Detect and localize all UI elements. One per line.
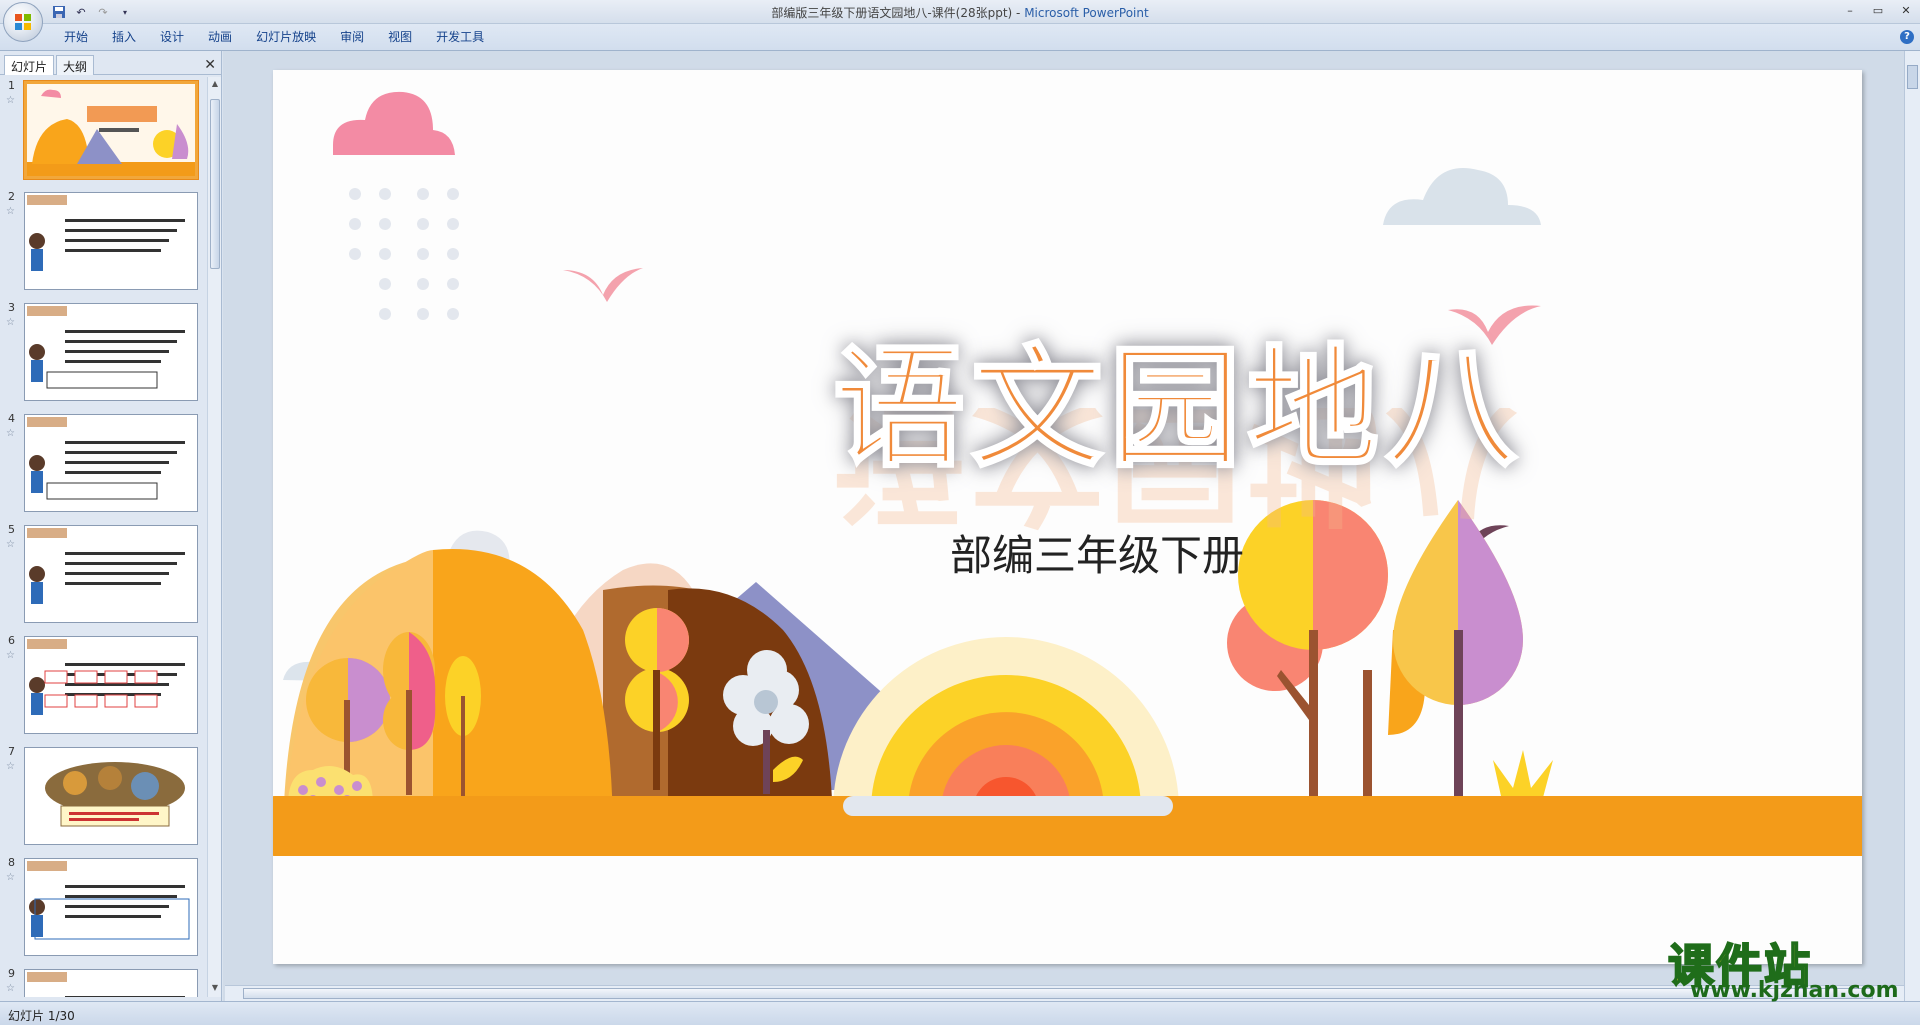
slide-number: 3 (8, 301, 15, 314)
slide-thumbnail[interactable] (24, 747, 198, 845)
slide-thumbnail[interactable] (24, 969, 198, 997)
watermark-logo: 课件站 www.kjzhan.com (1667, 930, 1908, 1003)
slide-thumbnail[interactable] (24, 303, 198, 401)
scroll-down-icon[interactable]: ▼ (210, 983, 220, 995)
slide-thumbnail-row[interactable]: 6 ☆ (0, 632, 206, 736)
slide-thumbnail-row[interactable]: 5 ☆ (0, 521, 206, 625)
status-bar: 幻灯片 1/30 (0, 1001, 1920, 1025)
ribbon-tab[interactable]: 开始 (52, 29, 100, 45)
ribbon-tab[interactable]: 插入 (100, 29, 148, 45)
slides-panel: 幻灯片 大纲 ✕ 1 ☆ 2 ☆ 3 ☆ 4 ☆ 5 ☆ 6 ☆ 7 ☆ 8 ☆ 9 ☆ ▲ ▼ (0, 51, 222, 1001)
minimize-icon[interactable]: – (1836, 0, 1864, 20)
help-icon[interactable]: ? (1900, 30, 1914, 44)
slide-counter: 幻灯片 1/30 (8, 1009, 75, 1023)
vertical-scrollbar[interactable] (1904, 51, 1920, 1001)
office-logo-icon (15, 14, 31, 30)
ribbon-tab[interactable]: 动画 (196, 29, 244, 45)
slide-number: 7 (8, 745, 15, 758)
slide-thumbnail-row[interactable]: 1 ☆ (0, 77, 206, 181)
slide-subtitle[interactable]: 部编三年级下册 (950, 522, 1244, 583)
ribbon-tab[interactable]: 幻灯片放映 (244, 29, 328, 45)
ribbon-tab[interactable]: 开发工具 (424, 29, 496, 45)
animation-star-icon: ☆ (6, 872, 15, 883)
slide-thumbnail[interactable] (24, 858, 198, 956)
bird-icon (563, 268, 643, 302)
sun-rings-icon (833, 637, 1179, 810)
window-controls: – ▭ ✕ (1836, 0, 1920, 24)
scroll-thumb[interactable] (210, 99, 220, 269)
animation-star-icon: ☆ (6, 539, 15, 550)
slide-title[interactable]: 语文园地八 (832, 302, 1523, 493)
vertical-scroll-thumb[interactable] (1907, 65, 1918, 89)
office-button[interactable] (3, 2, 43, 42)
slide-thumbnail-row[interactable]: 2 ☆ (0, 188, 206, 292)
cloud-icon (1383, 168, 1541, 225)
ribbon-tab[interactable]: 审阅 (328, 29, 376, 45)
slide-number: 4 (8, 412, 15, 425)
animation-star-icon: ☆ (6, 650, 15, 661)
ribbon-tab[interactable]: 视图 (376, 29, 424, 45)
slide-number: 5 (8, 523, 15, 536)
title-bar: ↶ ↷ ▾ 部编版三年级下册语文园地八-课件(28张ppt) - Microso… (0, 0, 1920, 42)
animation-star-icon: ☆ (6, 761, 15, 772)
slide-thumbnail[interactable] (24, 81, 198, 179)
window-title: 部编版三年级下册语文园地八-课件(28张ppt) - Microsoft Pow… (771, 6, 1149, 20)
slide-number: 2 (8, 190, 15, 203)
slide-editor: 语文园地八 语文园地八 部编三年级下册 (223, 51, 1920, 1001)
horizontal-scrollbar[interactable] (225, 985, 1904, 1001)
panel-scrollbar[interactable]: ▲ ▼ (207, 77, 221, 997)
animation-star-icon: ☆ (6, 428, 15, 439)
slide-thumbnail[interactable] (24, 525, 198, 623)
slide-thumbnail-row[interactable]: 4 ☆ (0, 410, 206, 514)
tab-outline[interactable]: 大纲 (56, 55, 95, 75)
slide-thumbnail[interactable] (24, 636, 198, 734)
thumbnail-list: 1 ☆ 2 ☆ 3 ☆ 4 ☆ 5 ☆ 6 ☆ 7 ☆ 8 ☆ 9 ☆ (0, 77, 206, 997)
ribbon-tab[interactable]: 设计 (148, 29, 196, 45)
slide-number: 6 (8, 634, 15, 647)
ribbon-tab-bar: 开始 插入 设计 动画 幻灯片放映 审阅 视图 开发工具 ? (0, 24, 1920, 51)
slide-thumbnail-row[interactable]: 9 ☆ (0, 965, 206, 997)
slide-number: 8 (8, 856, 15, 869)
slide-number: 1 (8, 79, 15, 92)
slide-thumbnail[interactable] (24, 192, 198, 290)
animation-star-icon: ☆ (6, 95, 15, 106)
scroll-up-icon[interactable]: ▲ (210, 79, 220, 91)
watermark-url: www.kjzhan.com (1690, 978, 1899, 1003)
slide-canvas[interactable]: 语文园地八 语文园地八 部编三年级下册 (273, 70, 1862, 964)
animation-star-icon: ☆ (6, 317, 15, 328)
tab-slides[interactable]: 幻灯片 (4, 55, 55, 75)
animation-star-icon: ☆ (6, 983, 15, 994)
close-panel-icon[interactable]: ✕ (204, 57, 216, 73)
slide-thumbnail-row[interactable]: 8 ☆ (0, 854, 206, 958)
slide-thumbnail-row[interactable]: 3 ☆ (0, 299, 206, 403)
panel-tabs: 幻灯片 大纲 ✕ (0, 53, 222, 75)
rain-cloud-icon (333, 91, 459, 320)
slide-thumbnail[interactable] (24, 414, 198, 512)
horizontal-scroll-thumb[interactable] (243, 988, 1873, 999)
close-icon[interactable]: ✕ (1892, 0, 1920, 20)
slide-thumbnail-row[interactable]: 7 ☆ (0, 743, 206, 847)
animation-star-icon: ☆ (6, 206, 15, 217)
slide-number: 9 (8, 967, 15, 980)
maximize-icon[interactable]: ▭ (1864, 0, 1892, 20)
